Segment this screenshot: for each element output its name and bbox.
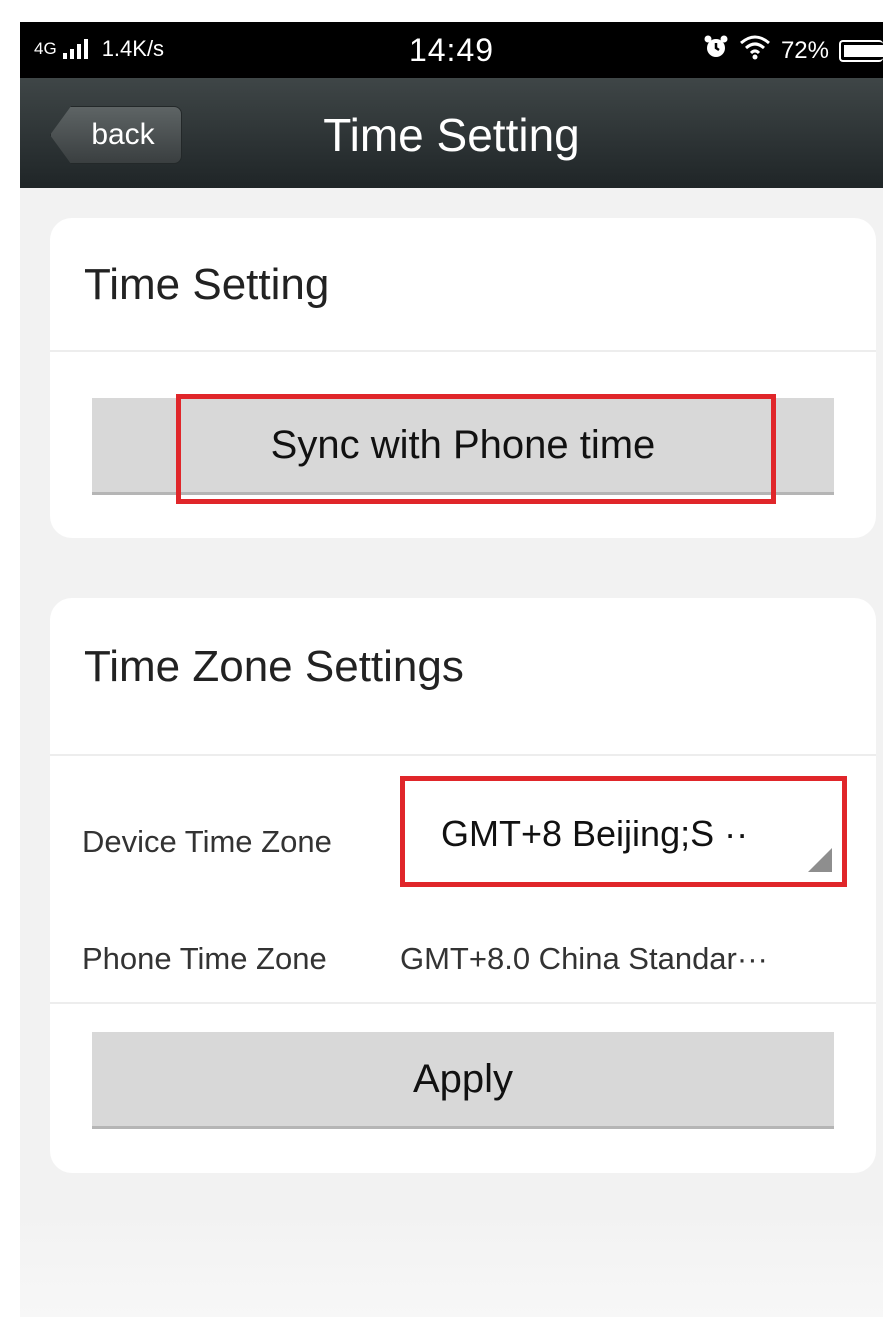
device-time-zone-label: Device Time Zone xyxy=(82,824,332,859)
status-bar: 4G 1.4K/s 14:49 72% xyxy=(20,22,883,78)
phone-screen: 4G 1.4K/s 14:49 72% back Time Setting Ti… xyxy=(20,22,883,1317)
divider xyxy=(50,754,876,756)
divider xyxy=(50,1002,876,1004)
nav-bar: back Time Setting xyxy=(20,78,883,188)
battery-percent: 72% xyxy=(780,36,829,64)
highlight-box xyxy=(400,776,847,887)
time-setting-heading: Time Setting xyxy=(84,260,330,309)
battery-icon xyxy=(839,39,883,62)
alarm-icon xyxy=(703,34,729,67)
highlight-box xyxy=(176,394,776,504)
empty-area xyxy=(20,1212,883,1317)
apply-button[interactable]: Apply xyxy=(92,1032,834,1129)
time-zone-heading: Time Zone Settings xyxy=(84,642,464,691)
time-setting-card: Time Setting Sync with Phone time xyxy=(50,218,876,538)
time-zone-settings-card: Time Zone Settings Device Time Zone GMT+… xyxy=(50,598,876,1173)
divider xyxy=(50,350,876,352)
page-title: Time Setting xyxy=(323,109,580,161)
phone-time-zone-label: Phone Time Zone xyxy=(82,941,327,976)
wifi-icon xyxy=(739,34,771,67)
status-right: 72% xyxy=(703,34,883,67)
phone-time-zone-value: GMT+8.0 China Standar··· xyxy=(400,941,768,976)
